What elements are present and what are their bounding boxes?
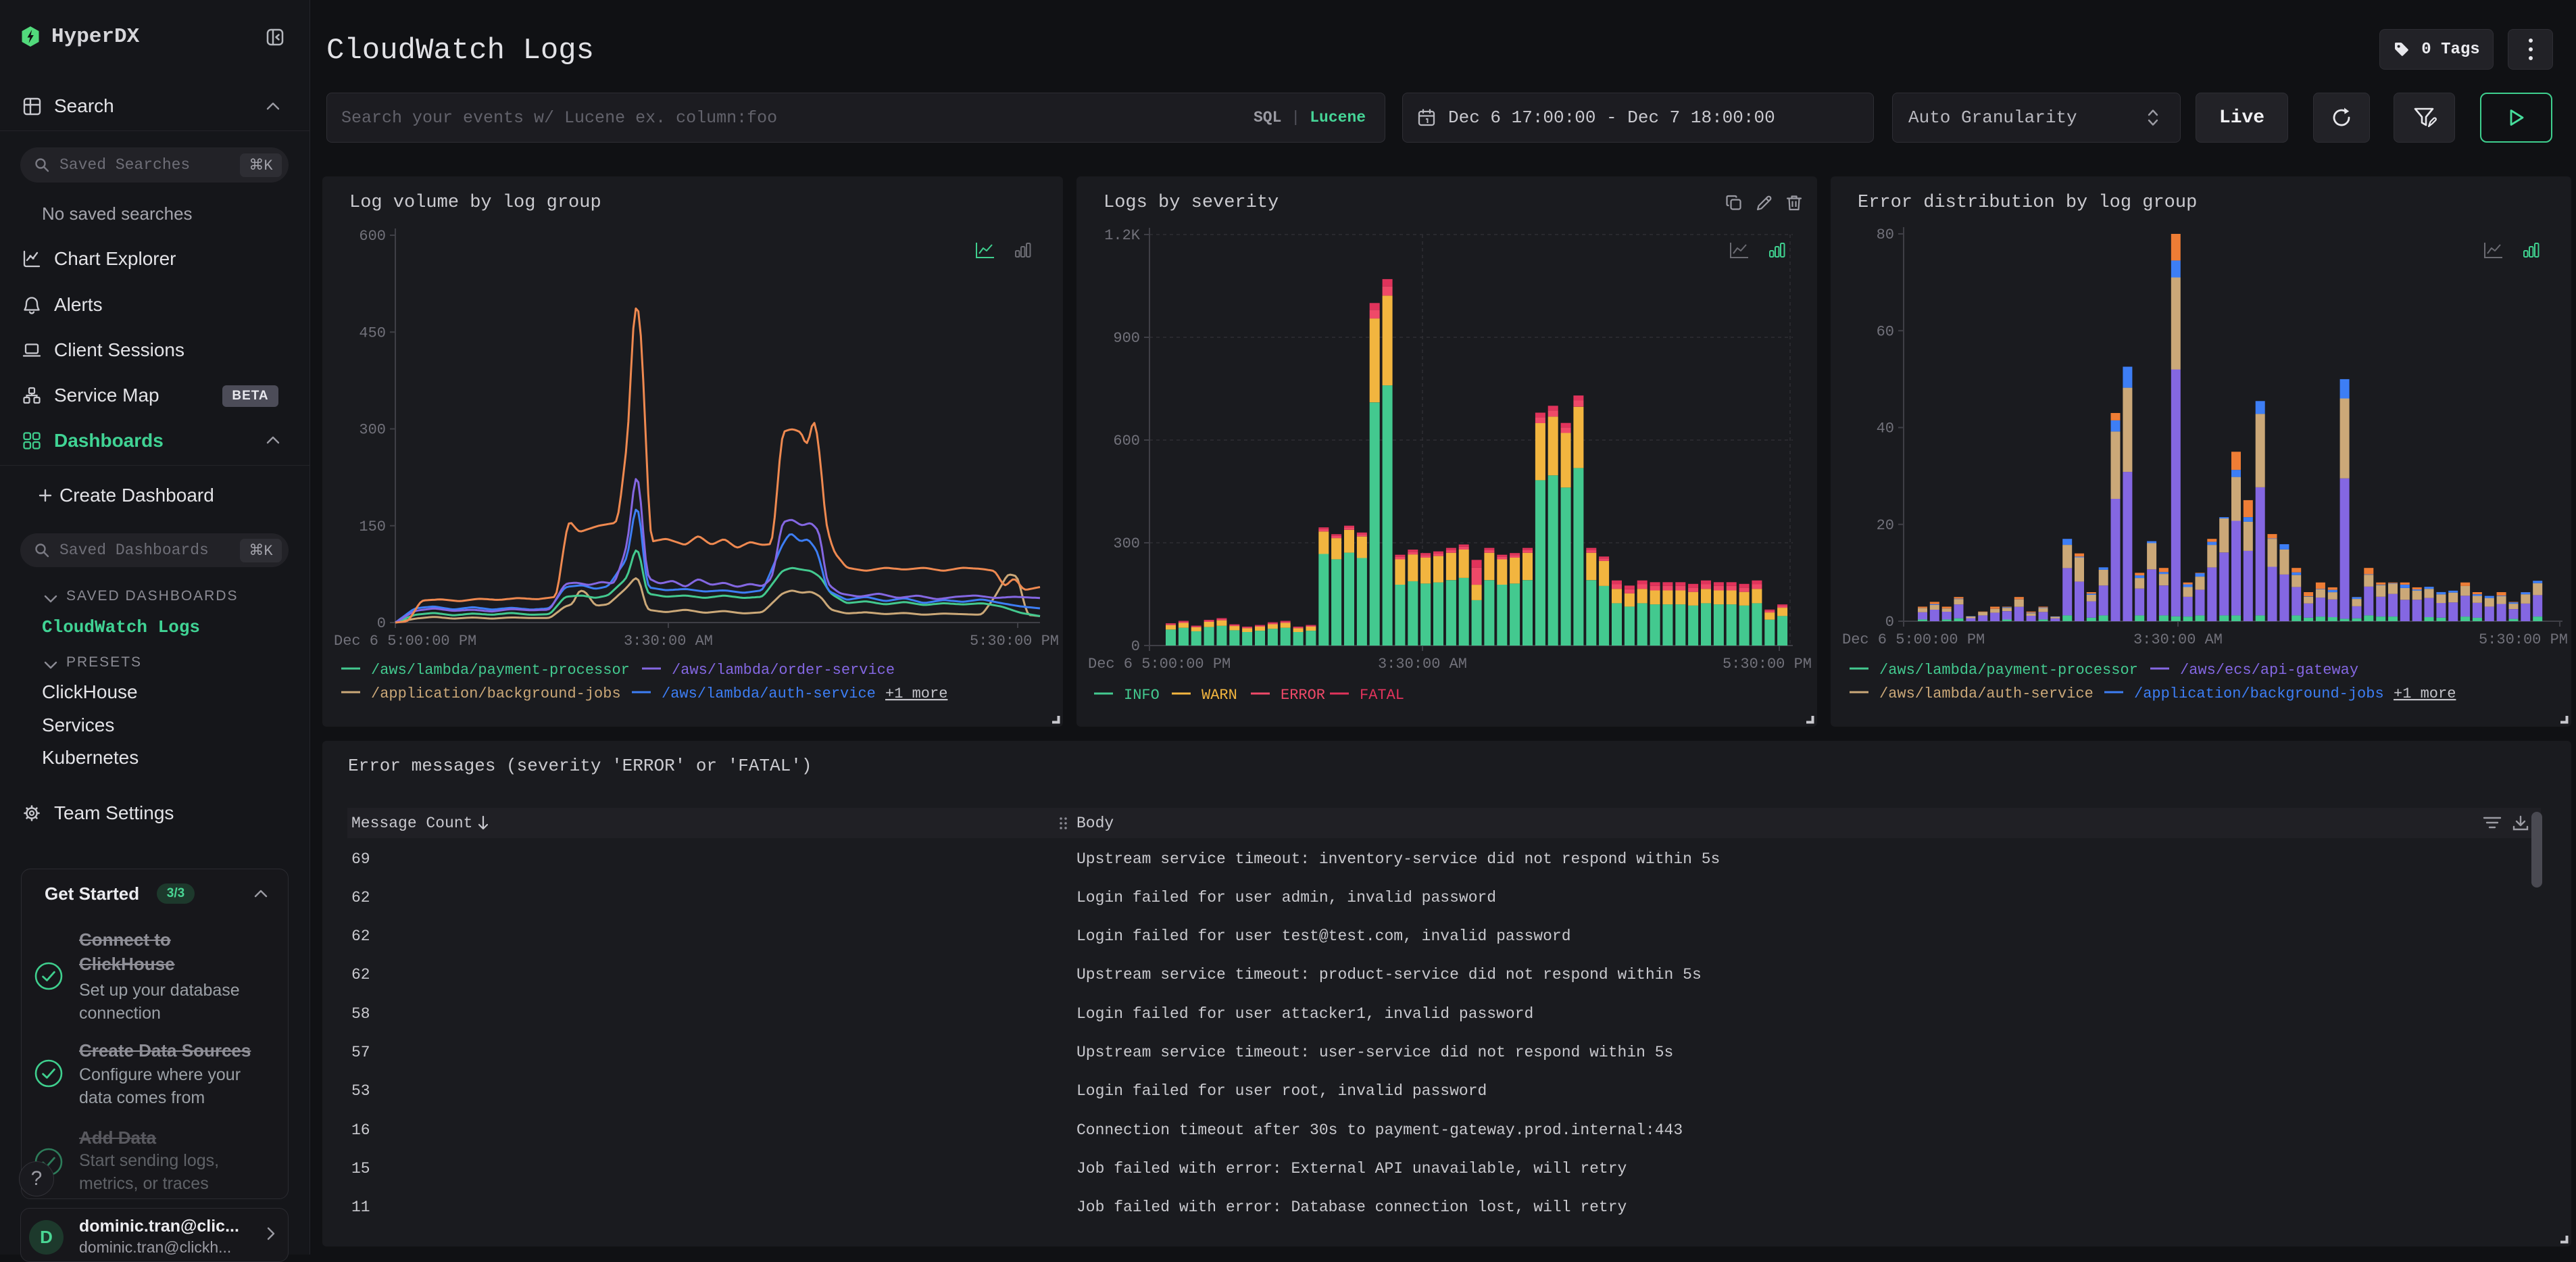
svg-text:600: 600: [359, 228, 386, 245]
svg-text:300: 300: [1113, 535, 1140, 552]
svg-text:WARN: WARN: [1202, 687, 1237, 704]
svg-text:0: 0: [377, 615, 386, 632]
svg-text:900: 900: [1113, 330, 1140, 347]
svg-text:/aws/lambda/payment-processor: /aws/lambda/payment-processor: [371, 662, 630, 679]
svg-text:0: 0: [1885, 614, 1894, 631]
svg-text:/aws/lambda/payment-processor: /aws/lambda/payment-processor: [1879, 662, 2138, 679]
svg-text:Dec 6 5:00:00 PM: Dec 6 5:00:00 PM: [334, 633, 476, 650]
svg-text:150: 150: [359, 518, 386, 535]
svg-text:40: 40: [1877, 420, 1894, 437]
svg-text:Dec 6 5:00:00 PM: Dec 6 5:00:00 PM: [1842, 631, 1985, 648]
svg-text:600: 600: [1113, 433, 1140, 450]
svg-text:5:30:00 PM: 5:30:00 PM: [970, 633, 1059, 650]
svg-text:5:30:00 PM: 5:30:00 PM: [2479, 631, 2568, 648]
svg-text:300: 300: [359, 422, 386, 439]
svg-text:/aws/lambda/auth-service: /aws/lambda/auth-service: [662, 685, 876, 702]
svg-text:5:30:00 PM: 5:30:00 PM: [1723, 656, 1812, 673]
svg-text:+1 more: +1 more: [2394, 685, 2456, 702]
svg-text:/application/background-jobs: /application/background-jobs: [2134, 685, 2384, 702]
svg-text:80: 80: [1877, 226, 1894, 243]
svg-text:3:30:00 AM: 3:30:00 AM: [1378, 656, 1467, 673]
svg-text:3:30:00 AM: 3:30:00 AM: [2133, 631, 2223, 648]
svg-text:0: 0: [1131, 638, 1140, 655]
svg-text:3:30:00 AM: 3:30:00 AM: [624, 633, 713, 650]
svg-text:FATAL: FATAL: [1360, 687, 1404, 704]
svg-text:/aws/lambda/auth-service: /aws/lambda/auth-service: [1879, 685, 2094, 702]
svg-text:450: 450: [359, 324, 386, 341]
svg-text:/aws/ecs/api-gateway: /aws/ecs/api-gateway: [2180, 662, 2358, 679]
svg-text:1.2K: 1.2K: [1104, 227, 1141, 244]
svg-text:INFO: INFO: [1124, 687, 1160, 704]
svg-text:ERROR: ERROR: [1281, 687, 1325, 704]
svg-text:/aws/lambda/order-service: /aws/lambda/order-service: [672, 662, 895, 679]
svg-text:/application/background-jobs: /application/background-jobs: [371, 685, 621, 702]
svg-text:+1 more: +1 more: [885, 685, 947, 702]
svg-text:Dec 6 5:00:00 PM: Dec 6 5:00:00 PM: [1088, 656, 1231, 673]
svg-text:60: 60: [1877, 323, 1894, 340]
svg-text:20: 20: [1877, 517, 1894, 534]
